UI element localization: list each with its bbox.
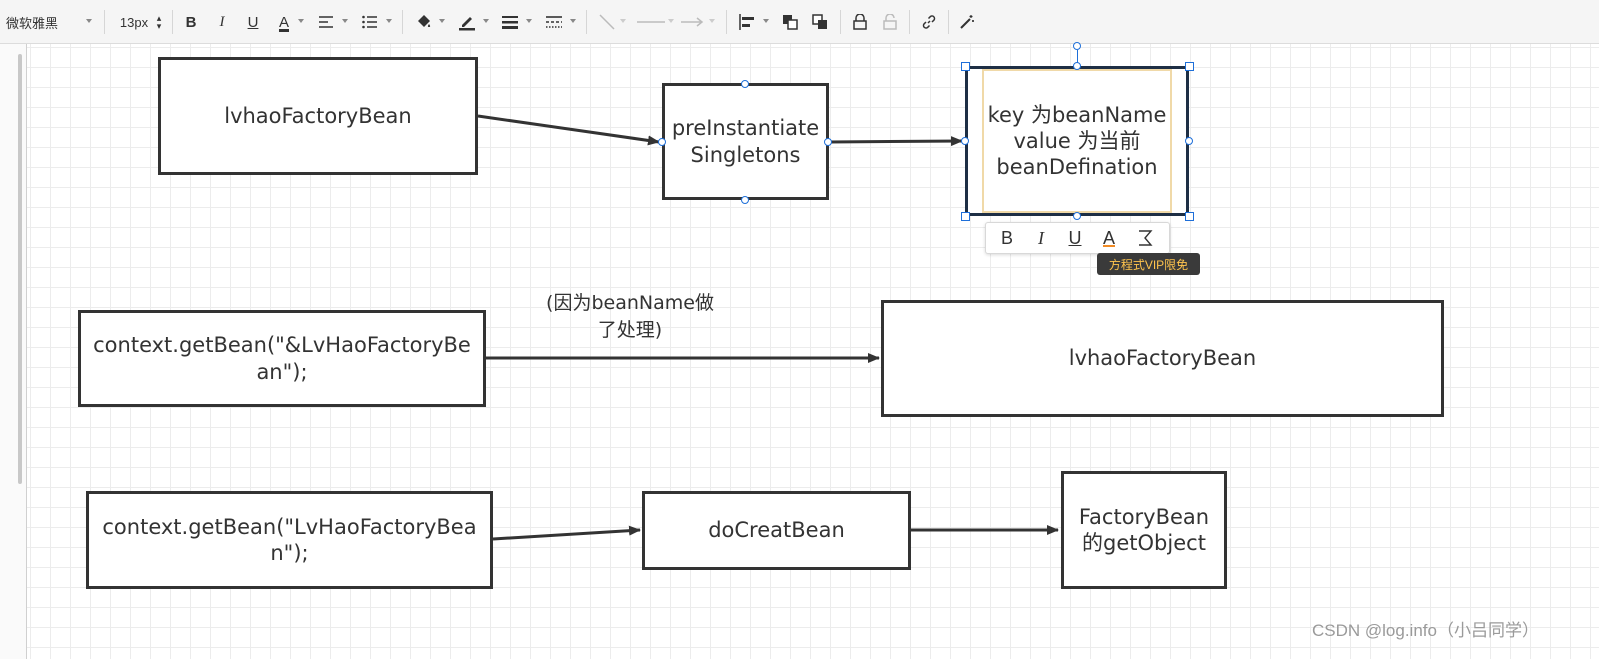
align-icon[interactable]: [314, 0, 338, 44]
resize-handle[interactable]: [1185, 62, 1194, 71]
fill-color-icon[interactable]: [412, 0, 436, 44]
resize-handle[interactable]: [961, 62, 970, 71]
popup-font-color-button[interactable]: A: [1092, 223, 1126, 253]
align-left-icon[interactable]: [736, 0, 760, 44]
separator: [586, 10, 587, 34]
line-color-dropdown-icon[interactable]: [483, 19, 489, 23]
connector-dropdown-icon[interactable]: [620, 19, 626, 23]
line-start-icon[interactable]: [636, 0, 666, 44]
note-label[interactable]: (因为beanName做 了处理): [520, 290, 740, 343]
resize-handle[interactable]: [961, 212, 970, 221]
connection-point[interactable]: [658, 138, 666, 146]
connector-straight-icon[interactable]: [596, 0, 618, 44]
separator: [909, 10, 910, 34]
popup-italic-button[interactable]: I: [1024, 223, 1058, 253]
popup-bold-button[interactable]: B: [990, 223, 1024, 253]
line-style-dropdown-icon[interactable]: [570, 19, 576, 23]
separator: [104, 10, 105, 34]
separator: [172, 10, 173, 34]
vip-badge[interactable]: 方程式VIP限免: [1097, 253, 1200, 275]
list-dropdown-icon[interactable]: [386, 19, 392, 23]
formula-icon[interactable]: [1128, 223, 1162, 253]
font-family-dropdown-icon[interactable]: [86, 19, 92, 23]
font-size-input[interactable]: 13px: [116, 0, 152, 44]
bring-to-front-icon[interactable]: [779, 0, 801, 44]
send-to-back-icon[interactable]: [809, 0, 831, 44]
connection-point[interactable]: [741, 196, 749, 204]
line-start-dropdown-icon[interactable]: [668, 19, 674, 23]
box-docreatbean[interactable]: doCreatBean: [642, 491, 911, 570]
unlock-icon[interactable]: [879, 0, 901, 44]
format-toolbar: 微软雅黑 13px ▴ ▾ B I U A: [0, 0, 1599, 44]
popup-underline-button[interactable]: U: [1058, 223, 1092, 253]
list-icon[interactable]: [358, 0, 382, 44]
box-label-line: FactoryBean: [1078, 504, 1210, 529]
line-end-dropdown-icon[interactable]: [709, 19, 715, 23]
box-lvhaofactorybean-top[interactable]: lvhaoFactoryBean: [158, 57, 478, 175]
font-color-button[interactable]: A: [273, 0, 295, 44]
box-label-line: key 为beanName: [987, 102, 1167, 127]
fill-color-dropdown-icon[interactable]: [439, 19, 445, 23]
rotate-handle[interactable]: [1073, 42, 1081, 50]
text-format-popup: B I U A: [985, 222, 1170, 254]
watermark: CSDN @log.info（小吕同学）: [1312, 621, 1539, 640]
connection-point[interactable]: [741, 80, 749, 88]
underline-button[interactable]: U: [242, 0, 264, 44]
connection-point[interactable]: [824, 138, 832, 146]
align-dropdown-icon[interactable]: [342, 19, 348, 23]
magic-wand-icon[interactable]: [956, 0, 978, 44]
rotate-handle-stem: [1077, 50, 1078, 63]
bold-button[interactable]: B: [180, 0, 202, 44]
box-factorybean-getobject[interactable]: FactoryBean 的getObject: [1061, 471, 1227, 589]
box-label: lvhaoFactoryBean: [1068, 346, 1257, 371]
lock-icon[interactable]: [849, 0, 871, 44]
separator: [726, 10, 727, 34]
box-label: preInstantiateSingletons: [671, 116, 820, 167]
font-family-select[interactable]: 微软雅黑: [6, 0, 86, 44]
box-getbean-amp[interactable]: context.getBean("&LvHaoFactoryBean");: [78, 310, 486, 407]
connection-point[interactable]: [1185, 137, 1193, 145]
line-width-dropdown-icon[interactable]: [526, 19, 532, 23]
connection-point[interactable]: [961, 137, 969, 145]
panel-scrollbar[interactable]: [18, 54, 22, 484]
separator: [948, 10, 949, 34]
resize-handle[interactable]: [1185, 212, 1194, 221]
line-style-icon[interactable]: [542, 0, 566, 44]
box-label: doCreatBean: [708, 518, 845, 543]
line-color-icon[interactable]: [455, 0, 479, 44]
note-line: 了处理): [597, 318, 663, 341]
box-getbean-plain[interactable]: context.getBean("LvHaoFactoryBean");: [86, 491, 493, 589]
align-left-dropdown-icon[interactable]: [763, 19, 769, 23]
link-icon[interactable]: [918, 0, 940, 44]
box-label-line: 的getObject: [1082, 531, 1206, 555]
line-end-arrow-icon[interactable]: [680, 0, 706, 44]
box-label-line: beanDefination: [996, 155, 1158, 180]
font-color-dropdown-icon[interactable]: [298, 19, 304, 23]
connection-point[interactable]: [1073, 212, 1081, 220]
font-size-stepper-icon[interactable]: ▴ ▾: [154, 0, 164, 44]
box-key-beanname-selected[interactable]: key 为beanName value 为当前 beanDefination: [965, 66, 1189, 216]
separator: [840, 10, 841, 34]
box-label-line: value 为当前: [1013, 128, 1141, 153]
connection-point[interactable]: [1073, 62, 1081, 70]
line-width-icon[interactable]: [498, 0, 522, 44]
box-label: context.getBean("&LvHaoFactoryBean");: [93, 333, 471, 384]
box-label: lvhaoFactoryBean: [224, 103, 412, 128]
box-label: context.getBean("LvHaoFactoryBean");: [102, 514, 477, 565]
shape-library-panel[interactable]: [0, 44, 27, 659]
italic-button[interactable]: I: [211, 0, 233, 44]
separator: [402, 10, 403, 34]
box-lvhaofactorybean-mid[interactable]: lvhaoFactoryBean: [881, 300, 1444, 417]
note-line: (因为beanName做: [546, 292, 714, 314]
box-preinstantiatesingletons[interactable]: preInstantiateSingletons: [662, 83, 829, 200]
